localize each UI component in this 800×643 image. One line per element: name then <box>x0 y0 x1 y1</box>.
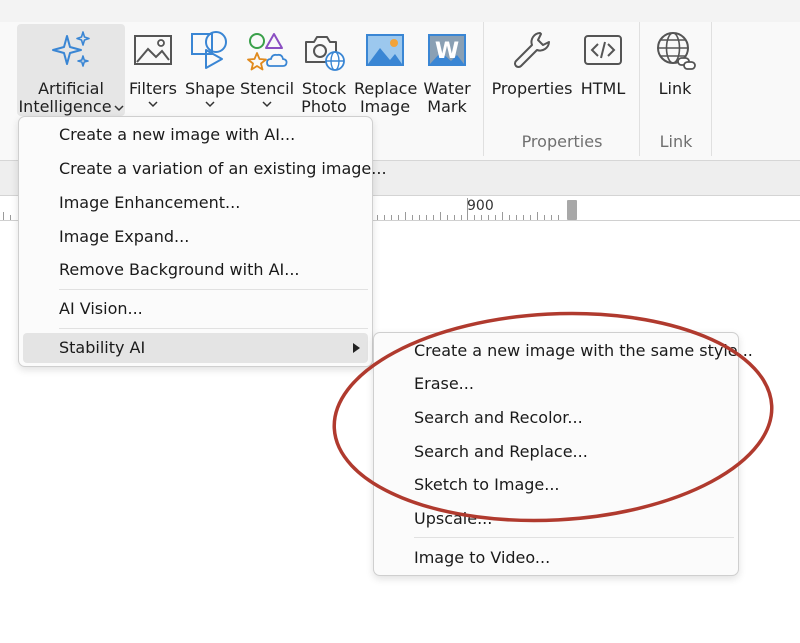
submenu-item-upscale[interactable]: Upscale... <box>378 504 734 534</box>
submenu-item-search-recolor[interactable]: Search and Recolor... <box>378 403 734 433</box>
ruler-tick <box>440 212 441 220</box>
submenu-item-search-replace[interactable]: Search and Replace... <box>378 437 734 467</box>
ruler-tick <box>447 215 448 220</box>
ruler-tick <box>558 215 559 220</box>
properties-button[interactable]: Properties <box>491 24 573 116</box>
ai-button-label-line1: Artificial <box>38 79 104 98</box>
submenu-item-image-to-video[interactable]: Image to Video... <box>378 543 734 573</box>
ruler-tick <box>530 215 531 220</box>
wrench-icon <box>513 32 550 69</box>
stock-photo-button[interactable]: Stock Photo <box>297 24 351 116</box>
menu-item-remove-background[interactable]: Remove Background with AI... <box>23 255 368 285</box>
replace-image-button[interactable]: Replace Image <box>354 24 418 116</box>
image-icon <box>134 35 172 65</box>
menu-item-create-new-image[interactable]: Create a new image with AI... <box>23 120 368 150</box>
ruler-tick <box>461 215 462 220</box>
group-separator <box>483 22 484 156</box>
link-label: Link <box>658 79 692 98</box>
chevron-down-icon <box>205 101 215 108</box>
shape-button[interactable]: Shape <box>182 24 238 116</box>
ruler-label: 900 <box>467 198 494 214</box>
watermark-button[interactable]: W Water Mark <box>419 24 475 116</box>
menu-item-image-enhancement[interactable]: Image Enhancement... <box>23 188 368 218</box>
stock-photo-label-line2: Photo <box>301 97 347 116</box>
menu-item-image-expand[interactable]: Image Expand... <box>23 222 368 252</box>
ruler-tick <box>433 215 434 220</box>
ruler-tick <box>391 215 392 220</box>
chevron-down-icon <box>262 101 272 108</box>
ruler-tick <box>523 215 524 220</box>
group-separator <box>639 22 640 156</box>
ruler-tick <box>495 215 496 220</box>
chevron-down-icon <box>114 105 124 112</box>
artificial-intelligence-button[interactable]: Artificial Intelligence <box>17 24 125 116</box>
filters-button[interactable]: Filters <box>126 24 180 116</box>
submenu-item-erase[interactable]: Erase... <box>378 369 734 399</box>
link-group-label: Link <box>659 132 693 151</box>
ruler-tick <box>10 215 11 220</box>
link-button[interactable]: Link <box>647 24 703 116</box>
stencil-button[interactable]: Stencil <box>239 24 295 116</box>
ruler-tick <box>426 215 427 220</box>
title-strip <box>0 0 800 22</box>
submenu-item-sketch-to-image[interactable]: Sketch to Image... <box>378 470 734 500</box>
shape-label: Shape <box>184 79 236 98</box>
submenu-item-same-style[interactable]: Create a new image with the same style..… <box>378 336 753 366</box>
menu-item-create-variation[interactable]: Create a variation of an existing image.… <box>23 154 387 184</box>
ruler-tick <box>454 215 455 220</box>
camera-globe-icon <box>305 36 345 71</box>
ruler-tick <box>412 215 413 220</box>
watermark-label-line2: Mark <box>427 97 467 116</box>
menu-separator <box>414 537 734 538</box>
properties-label: Properties <box>491 79 573 98</box>
code-icon <box>584 35 622 65</box>
chevron-down-icon <box>148 101 158 108</box>
group-separator <box>711 22 712 156</box>
ruler-tick <box>537 212 538 220</box>
ruler-tick <box>3 212 4 220</box>
watermark-label-line1: Water <box>423 79 471 98</box>
watermark-icon: W <box>428 34 466 66</box>
ruler-tick <box>516 215 517 220</box>
replace-image-label-line1: Replace <box>354 79 418 98</box>
globe-link-icon <box>657 32 696 70</box>
ruler-tick <box>551 215 552 220</box>
menu-item-ai-vision[interactable]: AI Vision... <box>23 294 368 324</box>
submenu-arrow-icon <box>353 343 360 353</box>
ai-dropdown-menu: Create a new image with AI... Create a v… <box>18 116 387 367</box>
ruler-tick <box>481 215 482 220</box>
ruler-position-marker[interactable] <box>567 200 577 220</box>
menu-separator <box>59 328 368 329</box>
ruler-tick <box>377 215 378 220</box>
ruler-tick <box>509 215 510 220</box>
ruler-tick <box>544 215 545 220</box>
menu-item-stability-ai[interactable]: Stability AI <box>23 333 368 363</box>
html-label: HTML <box>580 79 626 98</box>
shapes-icon <box>191 31 227 69</box>
stability-ai-submenu: Create a new image with the same style..… <box>373 332 753 576</box>
ruler-tick <box>405 212 406 220</box>
ruler-tick <box>502 212 503 220</box>
ruler-tick <box>384 215 385 220</box>
ruler-tick <box>419 215 420 220</box>
stencil-label: Stencil <box>239 79 295 98</box>
replace-image-label-line2: Image <box>359 97 411 116</box>
stock-photo-label-line1: Stock <box>301 79 347 98</box>
properties-group-label: Properties <box>521 132 603 151</box>
sparkles-icon <box>52 31 90 67</box>
filters-label: Filters <box>129 79 177 98</box>
html-button[interactable]: HTML <box>576 24 630 116</box>
ai-button-label-line2: Intelligence <box>18 97 112 116</box>
ruler-tick <box>398 215 399 220</box>
menu-separator <box>59 289 368 290</box>
ruler-tick <box>474 215 475 220</box>
landscape-icon <box>366 34 404 66</box>
menu-item-stability-ai-label: Stability AI <box>59 338 146 357</box>
ruler-tick <box>488 215 489 220</box>
stencil-icon <box>247 33 288 71</box>
watermark-letter: W <box>435 39 459 64</box>
